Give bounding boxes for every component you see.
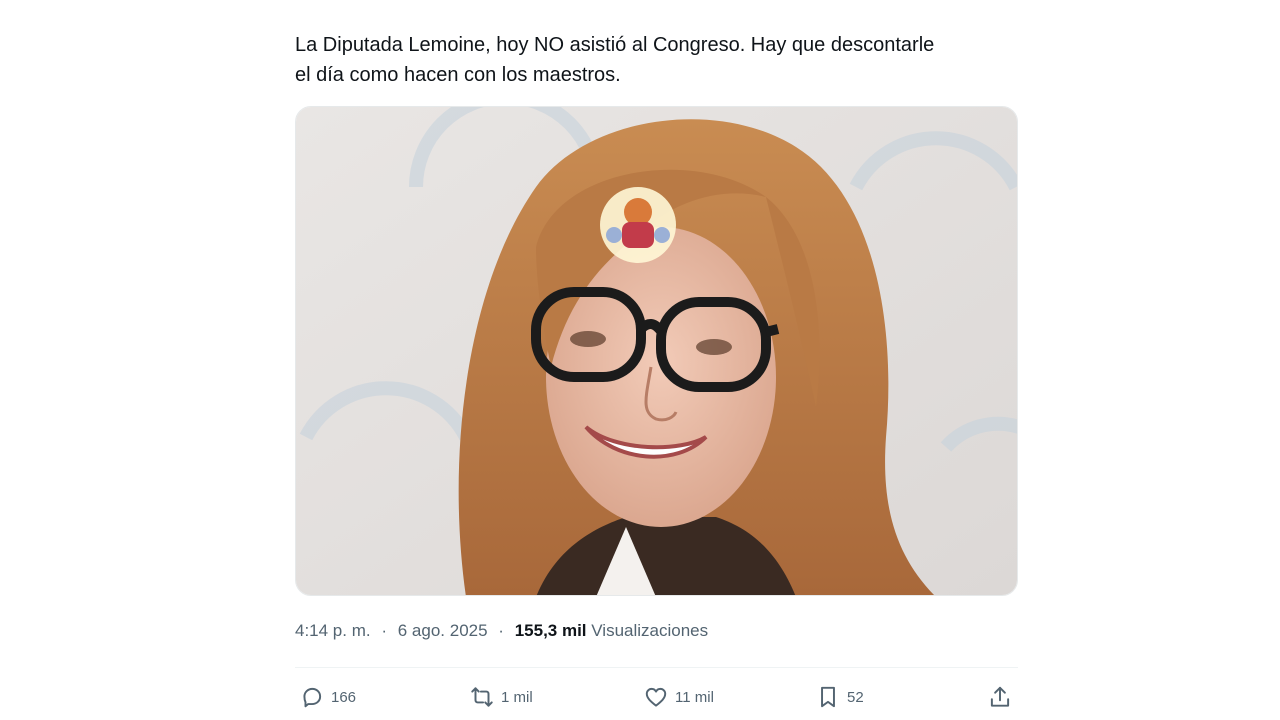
views-label: Visualizaciones <box>591 621 709 640</box>
tweet-text: La Diputada Lemoine, hoy NO asistió al C… <box>295 30 1018 90</box>
like-button[interactable]: 11 mil <box>643 680 714 714</box>
bookmark-button[interactable]: 52 <box>815 680 864 714</box>
reply-icon <box>299 684 325 710</box>
tweet-photo[interactable] <box>295 106 1018 596</box>
action-bar: 166 1 mil 11 mil 52 <box>295 680 1018 714</box>
bookmark-icon <box>815 684 841 710</box>
views-count: 155,3 mil <box>514 621 587 640</box>
heart-icon <box>643 684 669 710</box>
retweet-count: 1 mil <box>501 688 533 706</box>
reply-count: 166 <box>331 688 357 706</box>
photo-illustration <box>296 107 1017 595</box>
share-icon <box>987 684 1013 710</box>
tweet-time[interactable]: 4:14 p. m. <box>295 621 371 640</box>
retweet-icon <box>469 684 495 710</box>
tweet: La Diputada Lemoine, hoy NO asistió al C… <box>295 0 1018 720</box>
tweet-text-line-1: La Diputada Lemoine, hoy NO asistió al C… <box>295 34 935 56</box>
divider <box>295 667 1018 668</box>
share-button[interactable] <box>987 680 1013 714</box>
meta-separator: · <box>498 621 504 640</box>
like-count: 11 mil <box>675 688 714 706</box>
tweet-text-line-2: el día como hacen con los maestros. <box>295 64 621 86</box>
tweet-meta: 4:14 p. m. · 6 ago. 2025 · 155,3 mil Vis… <box>295 619 708 643</box>
bookmark-count: 52 <box>847 688 864 706</box>
meta-separator: · <box>381 621 388 640</box>
retweet-button[interactable]: 1 mil <box>469 680 533 714</box>
tweet-date[interactable]: 6 ago. 2025 <box>398 621 488 640</box>
reply-button[interactable]: 166 <box>299 680 356 714</box>
